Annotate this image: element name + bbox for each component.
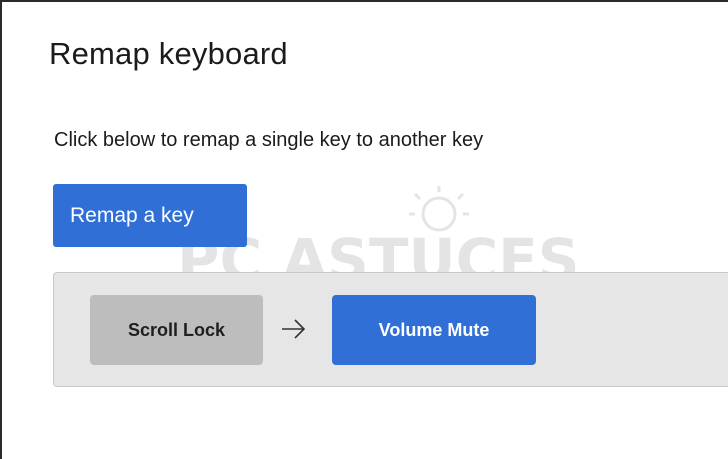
- instructions-text: Click below to remap a single key to ano…: [54, 129, 484, 151]
- remap-a-key-button[interactable]: Remap a key: [53, 184, 247, 247]
- page-title: Remap keyboard: [49, 36, 288, 71]
- target-key-chip: Volume Mute: [332, 295, 536, 365]
- key-mapping-row: Scroll Lock Volume Mute: [53, 272, 728, 387]
- remap-keyboard-window: Remap keyboard Click below to remap a si…: [0, 0, 728, 459]
- sun-logo-icon: [409, 186, 469, 232]
- arrow-right-icon: [282, 319, 306, 339]
- original-key-chip: Scroll Lock: [90, 295, 263, 365]
